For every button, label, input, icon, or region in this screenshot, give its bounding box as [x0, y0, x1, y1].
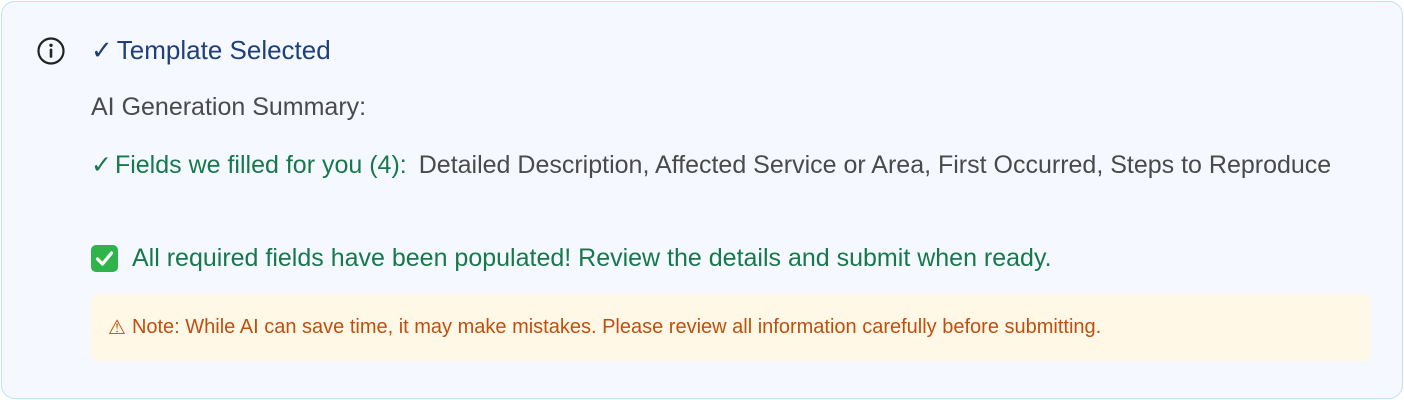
- summary-heading: AI Generation Summary:: [91, 93, 367, 121]
- success-message: All required fields have been populated!…: [91, 241, 1052, 275]
- info-icon: [36, 36, 66, 66]
- filled-fields-summary: ✓ Fields we filled for you (4): Detailed D…: [91, 145, 1361, 185]
- ai-disclaimer-text: Note: While AI can save time, it may mak…: [131, 316, 1102, 338]
- filled-fields-label: ✓ Fields we filled for you (4):: [91, 151, 407, 179]
- panel-title-text: Template Selected: [116, 35, 331, 65]
- ai-summary-panel: ✓ Template Selected AI Generation Summary…: [1, 1, 1403, 399]
- warning-triangle-icon: ⚠: [108, 317, 126, 339]
- success-message-text: All required fields have been populated!…: [132, 244, 1052, 272]
- title-checkmark-icon: ✓: [91, 35, 113, 65]
- check-box-icon: [91, 244, 118, 272]
- fields-checkmark-icon: ✓: [91, 151, 112, 179]
- panel-title: ✓ Template Selected: [91, 33, 331, 67]
- filled-fields-list: Detailed Description, Affected Service o…: [418, 151, 1332, 179]
- filled-fields-label-text: Fields we filled for you (4):: [114, 151, 407, 179]
- ai-disclaimer-note: ⚠ Note: While AI can save time, it may m…: [91, 294, 1370, 361]
